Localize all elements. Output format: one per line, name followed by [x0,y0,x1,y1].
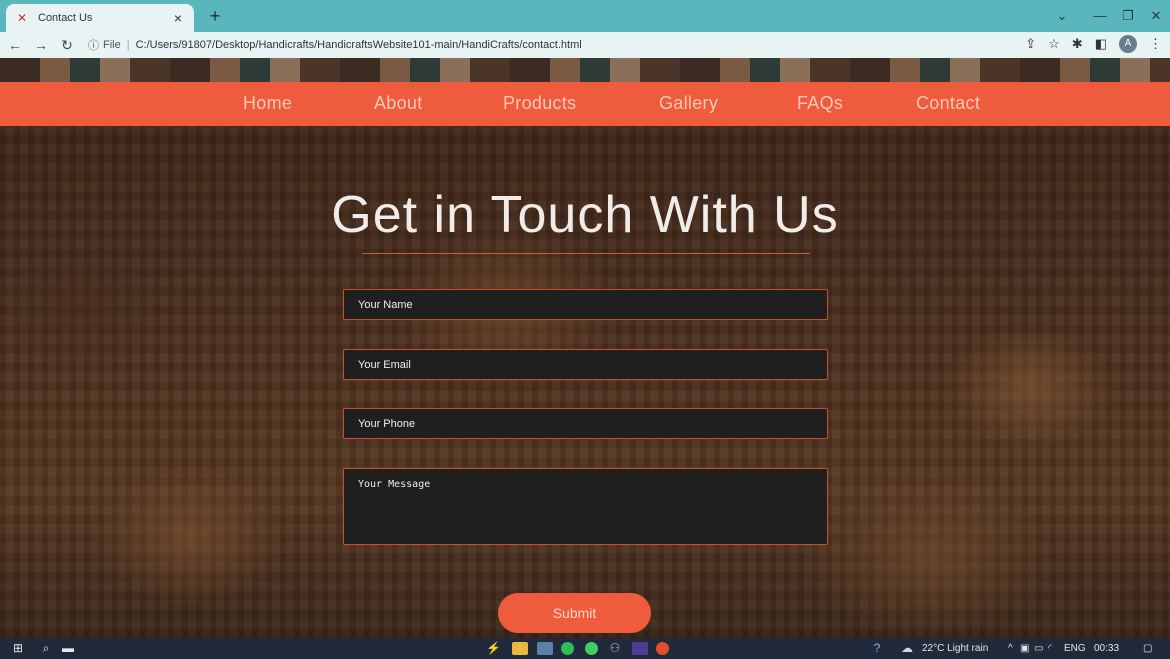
info-icon[interactable]: ⓘ [88,37,99,53]
code-editor-icon[interactable] [632,642,648,655]
address-bar[interactable]: ⓘ File | C:/Users/91807/Desktop/Handicra… [88,34,988,56]
phone-input[interactable] [343,408,828,439]
profile-avatar[interactable]: A [1119,35,1137,53]
submit-button[interactable]: Submit [498,593,651,633]
header-background-strip [0,58,1170,82]
extensions-icon[interactable]: ✱ [1072,36,1083,52]
address-url: C:/Users/91807/Desktop/Handicrafts/Handi… [135,39,582,51]
weather-text[interactable]: 22°C Light rain [922,641,988,656]
whatsapp-icon[interactable] [585,642,598,655]
wifi-icon[interactable]: ◜ [1048,641,1052,656]
clock[interactable]: 00:33 [1094,641,1119,656]
main-navbar: Home About Products Gallery FAQs Contact [0,82,1170,126]
address-separator: | [126,39,130,51]
help-icon[interactable]: ? [870,640,884,657]
nav-products[interactable]: Products [503,93,576,114]
task-view-icon[interactable]: ▬ [60,640,76,657]
site-favicon-icon: ✕ [16,11,28,25]
page-title: Get in Touch With Us [331,186,839,244]
tray-chevron-icon[interactable]: ^ [1008,641,1013,656]
nav-home[interactable]: Home [243,93,292,114]
nav-about[interactable]: About [374,93,423,114]
network-app-icon[interactable]: ⚇ [608,640,622,657]
email-input[interactable] [343,349,828,380]
menu-kebab-icon[interactable]: ⋮ [1149,36,1162,52]
side-panel-icon[interactable]: ◧ [1095,36,1107,52]
address-scheme: File [103,39,121,51]
browser-tab-bar: ✕ Contact Us × + ⌄ — ❐ ✕ [0,0,1170,32]
close-window-icon[interactable]: ✕ [1138,4,1170,28]
new-tab-button[interactable]: + [204,5,226,27]
pinned-app-icon[interactable]: ⚡ [486,640,501,657]
windows-start-icon[interactable]: ⊞ [10,640,26,657]
tray-app-icon[interactable]: ▣ [1020,641,1029,656]
close-tab-icon[interactable]: × [170,10,186,26]
chrome-icon[interactable] [656,642,669,655]
message-textarea[interactable] [343,468,828,545]
title-divider [362,253,810,254]
reload-icon[interactable]: ↻ [56,37,78,54]
nav-contact[interactable]: Contact [916,93,980,114]
search-icon[interactable]: ⌕ [38,640,54,657]
background-image [0,58,1170,638]
battery-icon[interactable]: ▭ [1034,641,1043,656]
forward-arrow-icon[interactable]: → [30,37,52,53]
page-viewport: Home About Products Gallery FAQs Contact… [0,58,1170,638]
spotify-icon[interactable] [561,642,574,655]
store-icon[interactable] [537,642,553,655]
windows-taskbar: ⊞ ⌕ ▬ ⚡ ⚇ ? ☁ 22°C Light rain ^ ▣ ▭ ◜ EN… [0,638,1170,659]
tab-search-icon[interactable]: ⌄ [1044,4,1080,28]
file-explorer-icon[interactable] [512,642,528,655]
tab-title: Contact Us [38,12,93,24]
language-indicator[interactable]: ENG [1064,641,1086,656]
nav-gallery[interactable]: Gallery [659,93,718,114]
bookmark-star-icon[interactable]: ☆ [1048,36,1060,52]
back-arrow-icon[interactable]: ← [4,37,26,53]
name-input[interactable] [343,289,828,320]
nav-faqs[interactable]: FAQs [797,93,843,114]
browser-tab[interactable]: ✕ Contact Us × [6,4,194,32]
share-icon[interactable]: ⇪ [1025,36,1036,52]
weather-cloud-icon: ☁ [901,641,913,655]
browser-toolbar: ← → ↻ ⓘ File | C:/Users/91807/Desktop/Ha… [0,32,1170,58]
notifications-icon[interactable]: ▢ [1143,641,1152,656]
